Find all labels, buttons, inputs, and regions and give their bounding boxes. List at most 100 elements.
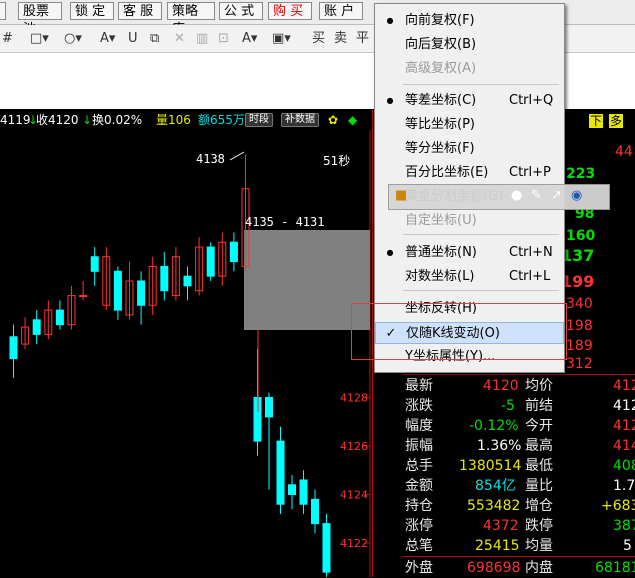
- menu-shortcut: Ctrl+Q: [509, 93, 554, 108]
- label-latest: 最新: [405, 378, 433, 394]
- label-oi-change: 增仓: [525, 498, 553, 514]
- kline-svg: 4128 4126 4124 4122: [9, 130, 371, 577]
- menu-item-label: 向前复权(F): [405, 13, 475, 28]
- label-pct: 幅度: [405, 418, 433, 434]
- strategy-button[interactable]: 策略库: [167, 2, 215, 37]
- countdown-timer: 51秒: [323, 154, 351, 168]
- menu-separator: [403, 84, 559, 85]
- wrench-icon[interactable]: ✎: [531, 188, 542, 203]
- amount-value: 额655万: [198, 113, 245, 127]
- menu-item[interactable]: 百分比坐标(E) Ctrl+P: [375, 162, 564, 184]
- menu-item-label: 等分坐标(F): [405, 141, 475, 156]
- underline-icon[interactable]: U: [128, 30, 138, 47]
- kline-chart[interactable]: 4128 4126 4124 4122 4138 51秒 4135 - 4131 41…: [0, 130, 400, 577]
- fill-data-button[interactable]: 补数据: [281, 113, 319, 127]
- floating-toolbar[interactable]: ■ ● ✎ ↗ ◉: [388, 184, 610, 210]
- menu-item[interactable]: ● 等差坐标(C) Ctrl+Q: [375, 90, 564, 112]
- label-inner: 内盘: [525, 560, 553, 576]
- service-button[interactable]: 客 服: [118, 2, 162, 20]
- label-total-trades: 总笔: [405, 538, 433, 554]
- user-icon[interactable]: ●: [511, 188, 522, 203]
- account-button[interactable]: 账 户: [319, 2, 363, 20]
- candle-body: [288, 484, 296, 496]
- candle-body: [79, 295, 88, 298]
- value-outer: 698698: [467, 560, 521, 576]
- value-avg-volume: 5: [623, 538, 632, 554]
- candle-body: [137, 280, 146, 306]
- text-tool-icon[interactable]: A▾: [100, 30, 115, 47]
- label-limit-up: 涨停: [405, 518, 433, 534]
- menu-item-label: 对数坐标(L): [405, 269, 475, 284]
- menu-item[interactable]: 向后复权(B): [375, 34, 564, 56]
- label-prev-settle: 前结: [525, 398, 553, 414]
- menu-item: 自定坐标(U): [375, 210, 564, 232]
- label-avg-volume: 均量: [525, 538, 553, 554]
- value-open-interest: 553482: [467, 498, 521, 514]
- value-high: 414: [613, 438, 635, 454]
- external-link-icon[interactable]: ↗: [551, 188, 562, 203]
- sell-mark-button[interactable]: 卖: [334, 30, 347, 47]
- font-color-icon[interactable]: A▾: [242, 30, 257, 47]
- more-tab[interactable]: 多: [609, 114, 623, 128]
- buy-button[interactable]: 购 买: [268, 2, 312, 20]
- menu-item[interactable]: 对数坐标(L) Ctrl+L: [375, 266, 564, 288]
- lock-button[interactable]: 锁 定: [70, 2, 114, 20]
- menu-item: 高级复权(A): [375, 58, 564, 80]
- copy-icon[interactable]: ⧉: [150, 30, 159, 47]
- lock-icon[interactable]: ⊡: [218, 30, 229, 47]
- menu-item[interactable]: ✓ 仅随K线变动(O): [375, 322, 564, 344]
- label-high: 最高: [525, 438, 553, 454]
- bullet-icon: ●: [386, 16, 394, 25]
- high-price-label: 4138: [196, 152, 225, 166]
- value-amplitude: 1.36%: [477, 438, 522, 454]
- trash-icon[interactable]: ▥: [196, 30, 208, 47]
- candle-body: [90, 256, 99, 272]
- turnover-value: 换0.02%: [92, 113, 143, 127]
- value-latest: 4120: [483, 378, 519, 394]
- label-outer: 外盘: [405, 560, 433, 576]
- save-icon[interactable]: ▣▾: [272, 30, 291, 47]
- menu-shortcut: Ctrl+N: [509, 245, 553, 260]
- menu-item-label: 高级复权(A): [405, 61, 477, 76]
- menu-separator: [403, 234, 559, 235]
- high-marker-line: [229, 151, 245, 161]
- formula-button[interactable]: 公 式: [219, 2, 263, 20]
- menu-item[interactable]: 等比坐标(P): [375, 114, 564, 136]
- label-amount: 金额: [405, 478, 433, 494]
- level-value: 189: [566, 338, 593, 354]
- level-value: 198: [566, 318, 593, 334]
- diamond-icon[interactable]: ◆: [348, 110, 357, 130]
- value-total-volume: 1380514: [459, 458, 522, 474]
- gear-icon[interactable]: ✿: [328, 110, 338, 130]
- candle-body: [206, 246, 215, 277]
- prev-button[interactable]: [0, 2, 6, 20]
- rectangle-icon[interactable]: □▾: [30, 30, 49, 47]
- delete-icon[interactable]: ✕: [174, 30, 185, 47]
- open-value: 4119: [0, 113, 31, 127]
- bullet-icon: ●: [386, 96, 394, 105]
- candle-body: [276, 440, 285, 505]
- candle-body: [322, 523, 331, 573]
- label-total-volume: 总手: [405, 458, 433, 474]
- period-button[interactable]: 时段: [245, 113, 273, 127]
- menu-item-label: 向后复权(B): [405, 37, 477, 52]
- menu-item[interactable]: 坐标反转(H): [375, 298, 564, 320]
- menu-separator: [403, 290, 559, 291]
- stock-pool-button[interactable]: 股票池: [18, 2, 62, 37]
- palette-icon[interactable]: ■: [395, 188, 407, 203]
- menu-shortcut: Ctrl+L: [509, 269, 551, 284]
- menu-item[interactable]: 等分坐标(F): [375, 138, 564, 160]
- menu-item[interactable]: ● 向前复权(F): [375, 10, 564, 32]
- menu-item[interactable]: ● 普通坐标(N) Ctrl+N: [375, 242, 564, 264]
- grid-icon[interactable]: #: [2, 30, 13, 47]
- level-value: 137: [561, 246, 595, 265]
- globe-icon[interactable]: ◉: [571, 188, 582, 203]
- menu-item[interactable]: Y坐标属性(Y)...: [375, 346, 564, 368]
- buy-mark-button[interactable]: 买: [312, 30, 325, 47]
- selection-box: [244, 230, 370, 330]
- menu-item-label: 等比坐标(P): [405, 117, 475, 132]
- label-limit-down: 跌停: [525, 518, 553, 534]
- close-mark-button[interactable]: 平: [356, 30, 369, 47]
- down-tab[interactable]: 下: [589, 114, 603, 128]
- circle-icon[interactable]: ○▾: [64, 30, 82, 47]
